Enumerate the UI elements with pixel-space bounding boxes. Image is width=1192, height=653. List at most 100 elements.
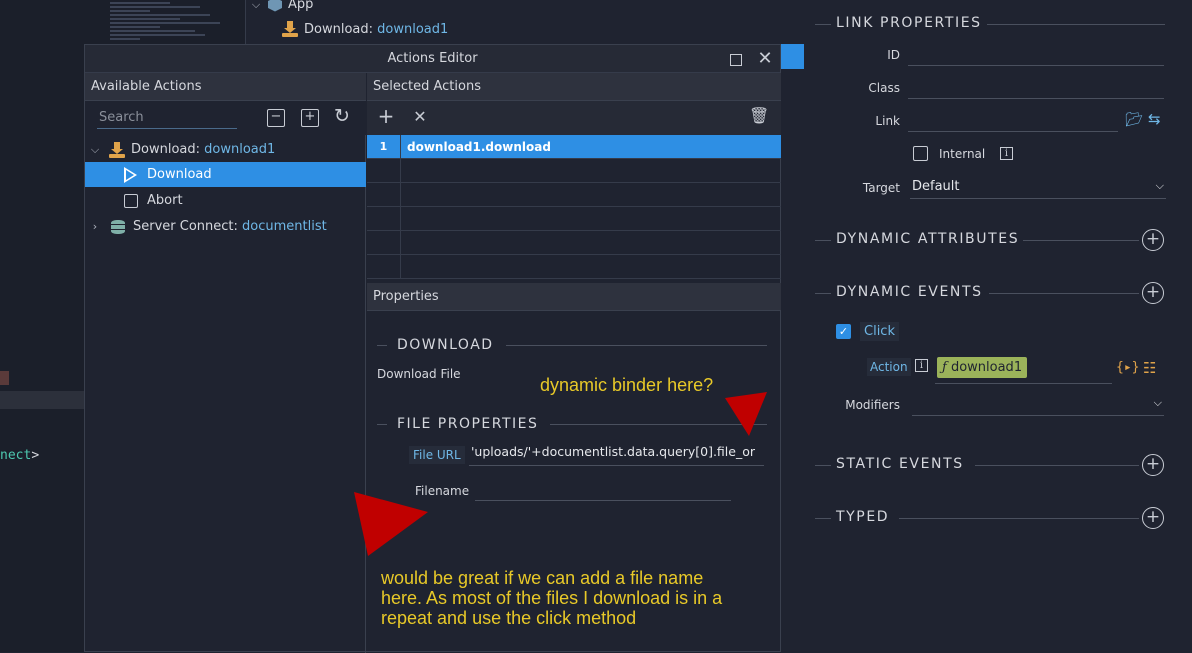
selected-actions-toolbar: + ✕ 🗑: [367, 101, 781, 135]
available-actions-pane: Available Actions − + ↻ ⌵ Download: down…: [85, 73, 366, 653]
code-fragment-bracket: >: [31, 448, 40, 463]
flow-icon[interactable]: ☷: [1143, 359, 1156, 377]
divider: [815, 518, 831, 519]
remove-icon[interactable]: ✕: [411, 109, 429, 127]
note-line: would be great if we can add a file name: [381, 568, 704, 588]
chevron-down-icon[interactable]: ⌵: [89, 143, 101, 157]
row-number: [367, 207, 401, 231]
section-static-events: STATIC EVENTS: [836, 456, 964, 472]
info-icon[interactable]: i: [915, 359, 928, 372]
section-dynamic-events: DYNAMIC EVENTS: [836, 284, 983, 300]
modifiers-select[interactable]: ⌵: [912, 394, 1164, 416]
code-fragment: nect>: [0, 448, 39, 463]
add-static-event-icon[interactable]: +: [1142, 454, 1164, 476]
action-label: Action: [867, 358, 911, 376]
divider: [989, 293, 1139, 294]
code-minimap: [110, 0, 228, 44]
chevron-down-icon[interactable]: ⌵: [250, 0, 262, 12]
divider: [505, 344, 767, 346]
target-label: Target: [862, 181, 900, 195]
action-item-download[interactable]: Download: [85, 162, 366, 187]
section-file-properties: FILE PROPERTIES: [377, 416, 767, 432]
divider: [815, 293, 831, 294]
arrow-shape: [725, 392, 767, 436]
dialog-title-bar[interactable]: Actions Editor ✕: [85, 45, 780, 73]
class-input[interactable]: [908, 77, 1164, 99]
divider: [815, 240, 831, 241]
tree-item-app-label: App: [288, 0, 314, 12]
selected-actions-title: Selected Actions: [373, 79, 481, 94]
action-tag[interactable]: ƒ download1: [937, 357, 1028, 378]
tree-group-server-connect[interactable]: › Server Connect: documentlist: [85, 214, 366, 239]
add-icon[interactable]: +: [377, 106, 395, 126]
app-structure-tree: ⌵ App Download: download1: [246, 0, 806, 44]
play-icon: [124, 166, 137, 183]
add-event-icon[interactable]: +: [1142, 282, 1164, 304]
divider: [377, 423, 387, 425]
arrow-shape: [354, 492, 428, 556]
download-description: Download File: [377, 367, 461, 381]
action-item-abort[interactable]: Abort: [85, 188, 366, 213]
table-row[interactable]: [367, 231, 781, 255]
row-number: [367, 183, 401, 207]
maximize-icon[interactable]: [726, 50, 744, 68]
refresh-icon[interactable]: ↻: [333, 107, 351, 126]
actions-editor-dialog: Actions Editor ✕ Available Actions − + ↻…: [84, 44, 781, 653]
table-row[interactable]: [367, 183, 781, 207]
shuffle-icon[interactable]: ⇆: [1148, 110, 1161, 128]
divider: [815, 465, 831, 466]
download-name: download1: [377, 21, 449, 37]
add-typed-icon[interactable]: +: [1142, 507, 1164, 529]
link-input[interactable]: [908, 110, 1118, 132]
target-select[interactable]: Default ⌵: [910, 177, 1166, 199]
collapse-all-icon[interactable]: −: [267, 109, 285, 127]
search-input[interactable]: [97, 107, 237, 129]
tree-group-download[interactable]: ⌵ Download: download1: [85, 137, 366, 162]
gutter-marker: [0, 371, 9, 385]
id-input[interactable]: [908, 44, 1164, 66]
divider: [815, 24, 831, 25]
row-number: [367, 255, 401, 279]
selected-actions-header: Selected Actions: [367, 73, 781, 101]
group-name: download1: [204, 142, 276, 157]
folder-icon[interactable]: 📂︎: [1125, 112, 1143, 128]
action-item-download-label: Download: [147, 167, 212, 182]
tree-item-download[interactable]: Download: download1: [282, 21, 448, 37]
close-icon[interactable]: ✕: [756, 50, 774, 68]
selected-tree-highlight: [780, 44, 804, 69]
id-label: ID: [887, 48, 900, 62]
annotation-note: would be great if we can add a file name…: [381, 568, 722, 628]
cube-icon: [268, 0, 282, 12]
action-input[interactable]: ƒ download1: [935, 356, 1112, 384]
tree-item-download-label: Download: download1: [304, 22, 448, 37]
tree-item-app[interactable]: ⌵ App: [250, 0, 313, 12]
target-value: Default: [912, 179, 960, 194]
class-label: Class: [868, 81, 900, 95]
dynamic-binder-icon[interactable]: {▸}: [1116, 360, 1139, 375]
table-row[interactable]: 1 download1.download: [367, 135, 781, 159]
filename-input[interactable]: [475, 479, 731, 501]
expand-all-icon[interactable]: +: [301, 109, 319, 127]
group-prefix: Download:: [131, 142, 205, 157]
action-tag-value: download1: [950, 360, 1023, 375]
info-icon[interactable]: i: [1000, 147, 1013, 160]
section-download: DOWNLOAD: [377, 337, 767, 353]
table-row[interactable]: [367, 255, 781, 279]
trash-icon[interactable]: 🗑: [749, 108, 769, 126]
table-row[interactable]: [367, 207, 781, 231]
add-attribute-icon[interactable]: +: [1142, 229, 1164, 251]
group-name: documentlist: [242, 219, 327, 234]
modifiers-label: Modifiers: [845, 398, 900, 412]
internal-label: Internal: [939, 147, 986, 161]
click-event-checkbox[interactable]: ✓: [836, 324, 851, 339]
properties-header: Properties: [367, 283, 781, 311]
table-row[interactable]: [367, 159, 781, 183]
selected-actions-pane: Selected Actions + ✕ 🗑 1 download1.downl…: [367, 73, 781, 653]
file-url-input[interactable]: 'uploads/'+documentlist.data.query[0].fi…: [469, 444, 764, 466]
link-label: Link: [875, 114, 900, 128]
selected-actions-grid: 1 download1.download: [367, 135, 781, 280]
chevron-right-icon[interactable]: ›: [89, 220, 101, 233]
row-value: download1.download: [407, 140, 551, 154]
internal-checkbox[interactable]: [913, 146, 928, 161]
row-number: [367, 231, 401, 255]
